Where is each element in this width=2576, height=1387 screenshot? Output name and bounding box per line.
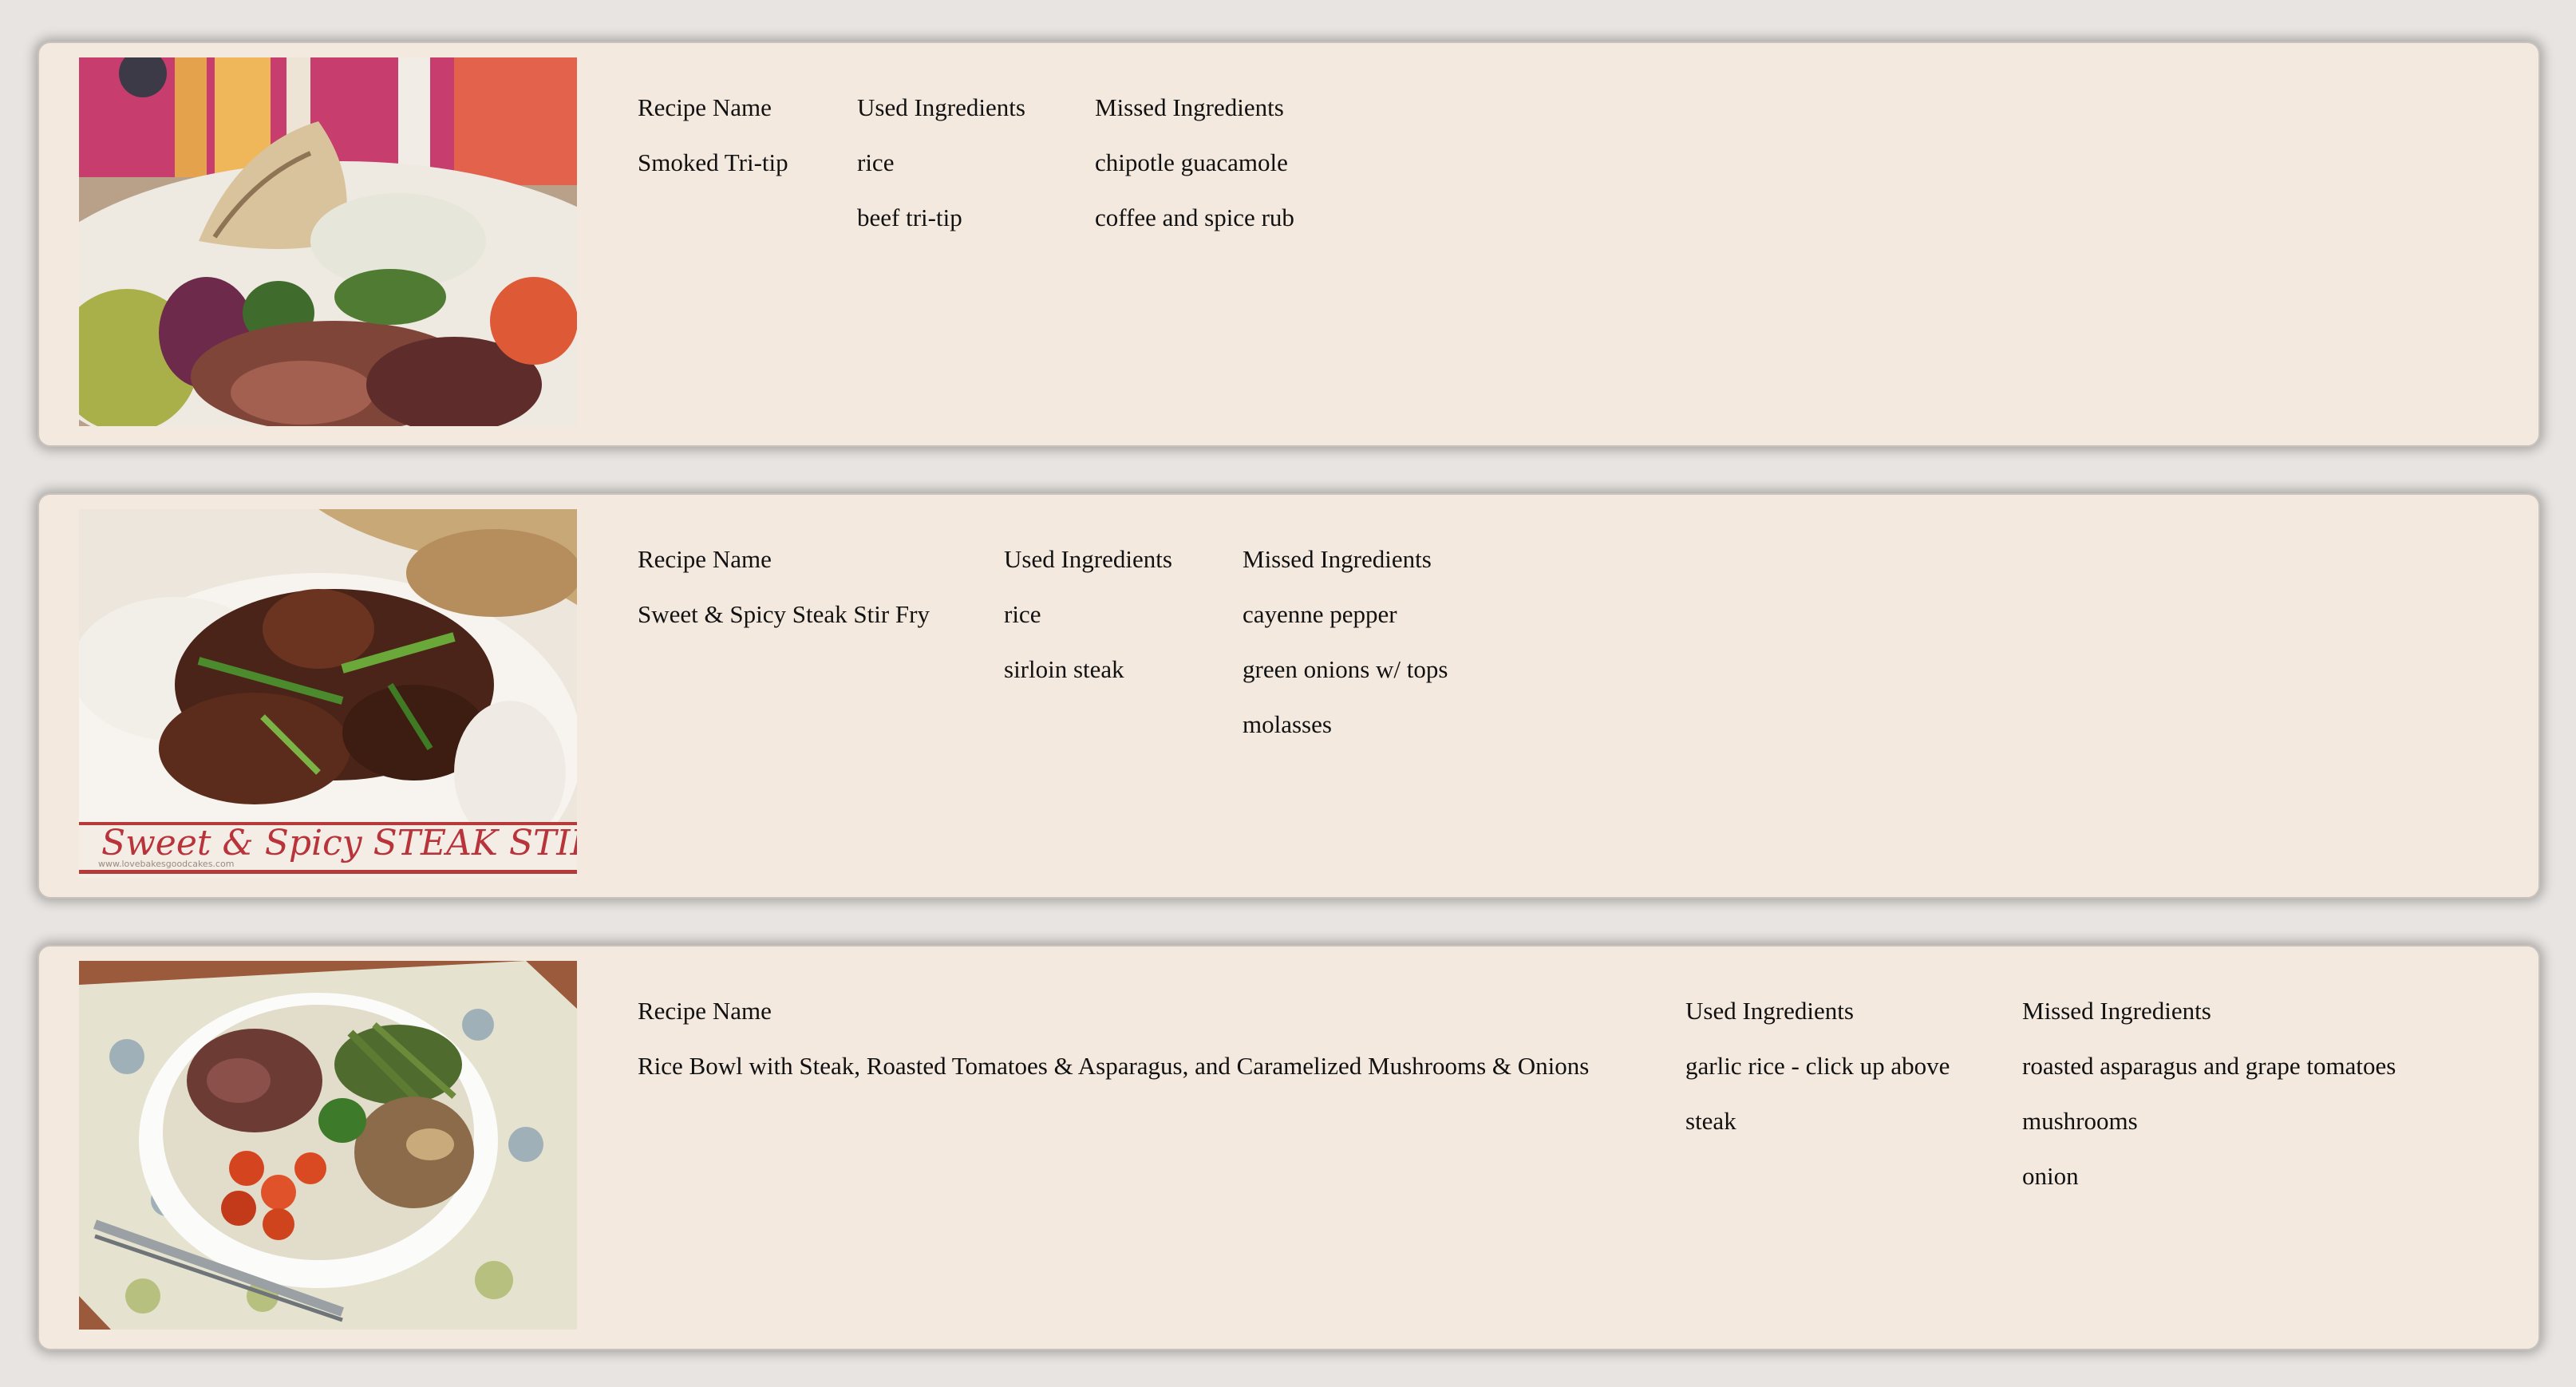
recipe-results-page: Recipe Name Smoked Tri-tip Used Ingredie… bbox=[0, 0, 2576, 1387]
recipe-card[interactable]: Sweet & Spicy STEAK STIR FRY www.lovebak… bbox=[38, 493, 2540, 899]
image-caption: Sweet & Spicy STEAK STIR FRY bbox=[101, 823, 577, 863]
steak-stir-fry-photo: Sweet & Spicy STEAK STIR FRY www.lovebak… bbox=[79, 509, 577, 878]
recipe-name[interactable]: Smoked Tri-tip bbox=[638, 135, 788, 190]
missed-ingredient: molasses bbox=[1243, 710, 1332, 738]
recipe-card[interactable]: Recipe Name Smoked Tri-tip Used Ingredie… bbox=[38, 41, 2540, 447]
used-ingredients-column: Used Ingredients rice beef tri-tip bbox=[857, 80, 1025, 245]
used-ingredient: sirloin steak bbox=[1004, 655, 1124, 683]
missed-ingredients-column: Missed Ingredients chipotle guacamole co… bbox=[1095, 80, 1294, 245]
missed-ingredient: cayenne pepper bbox=[1243, 600, 1397, 628]
used-ingredient: rice bbox=[1004, 600, 1041, 628]
used-ingredient: rice bbox=[857, 148, 895, 176]
missed-ingredients-header: Missed Ingredients bbox=[1095, 93, 1284, 121]
recipe-image[interactable]: Sweet & Spicy STEAK STIR FRY www.lovebak… bbox=[79, 509, 577, 878]
missed-ingredient: green onions w/ tops bbox=[1243, 655, 1448, 683]
recipe-image[interactable] bbox=[79, 961, 577, 1330]
recipe-name-column: Recipe Name Rice Bowl with Steak, Roaste… bbox=[638, 983, 1589, 1093]
used-ingredients-column: Used Ingredients garlic rice - click up … bbox=[1685, 983, 1950, 1148]
used-ingredient: garlic rice - click up above bbox=[1685, 1052, 1950, 1080]
used-ingredient: steak bbox=[1685, 1107, 1736, 1135]
missed-ingredients-header: Missed Ingredients bbox=[2022, 997, 2211, 1025]
rice-bowl-photo bbox=[79, 961, 577, 1330]
recipe-name[interactable]: Sweet & Spicy Steak Stir Fry bbox=[638, 587, 930, 642]
missed-ingredients-header: Missed Ingredients bbox=[1243, 545, 1432, 573]
recipe-name-column: Recipe Name Smoked Tri-tip bbox=[638, 80, 788, 190]
used-ingredients-column: Used Ingredients rice sirloin steak bbox=[1004, 531, 1172, 697]
missed-ingredient: onion bbox=[2022, 1162, 2079, 1190]
missed-ingredients-column: Missed Ingredients roasted asparagus and… bbox=[2022, 983, 2396, 1203]
missed-ingredients-column: Missed Ingredients cayenne pepper green … bbox=[1243, 531, 1448, 752]
used-ingredients-header: Used Ingredients bbox=[1685, 997, 1854, 1025]
recipe-card[interactable]: Recipe Name Rice Bowl with Steak, Roaste… bbox=[38, 945, 2540, 1350]
used-ingredients-header: Used Ingredients bbox=[1004, 545, 1172, 573]
recipe-name-column: Recipe Name Sweet & Spicy Steak Stir Fry bbox=[638, 531, 930, 642]
smoked-tri-tip-photo bbox=[79, 57, 577, 426]
used-ingredient: beef tri-tip bbox=[857, 204, 962, 231]
image-watermark: www.lovebakesgoodcakes.com bbox=[98, 859, 234, 869]
missed-ingredient: mushrooms bbox=[2022, 1107, 2138, 1135]
missed-ingredient: chipotle guacamole bbox=[1095, 148, 1288, 176]
missed-ingredient: roasted asparagus and grape tomatoes bbox=[2022, 1052, 2396, 1080]
recipe-name[interactable]: Rice Bowl with Steak, Roasted Tomatoes &… bbox=[638, 1038, 1589, 1093]
recipe-name-header: Recipe Name bbox=[638, 93, 772, 121]
used-ingredients-header: Used Ingredients bbox=[857, 93, 1025, 121]
missed-ingredient: coffee and spice rub bbox=[1095, 204, 1294, 231]
recipe-name-header: Recipe Name bbox=[638, 545, 772, 573]
recipe-image[interactable] bbox=[79, 57, 577, 426]
recipe-name-header: Recipe Name bbox=[638, 997, 772, 1025]
